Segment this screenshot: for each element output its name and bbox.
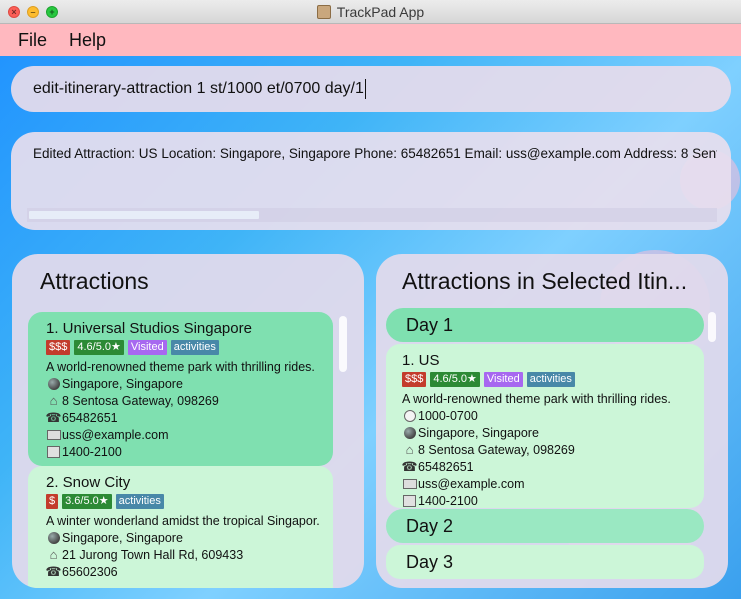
attraction-phone-row: ☎ 65482651 bbox=[46, 409, 319, 426]
attractions-panel: Attractions 1. Universal Studios Singapo… bbox=[12, 254, 364, 588]
rating-tag: 4.6/5.0★ bbox=[430, 372, 480, 387]
itinerary-attraction-card[interactable]: 1. US $$$ 4.6/5.0★ Visited activities A … bbox=[386, 344, 704, 508]
opening-hours-icon bbox=[46, 445, 61, 459]
attraction-phone: 65602306 bbox=[62, 564, 118, 579]
attractions-list-scrollbar[interactable] bbox=[339, 316, 347, 372]
attraction-card[interactable]: 2. Snow City $ 3.6/5.0★ activities A win… bbox=[28, 466, 333, 588]
itinerary-panel-title: Attractions in Selected Itin... bbox=[402, 268, 688, 294]
menu-bar: File Help bbox=[0, 24, 741, 56]
attraction-time: 1000-0700 bbox=[418, 408, 478, 423]
attraction-email-row: uss@example.com bbox=[402, 475, 690, 492]
attraction-phone: 65482651 bbox=[418, 459, 474, 474]
attraction-address: 21 Jurong Town Hall Rd, 609433 bbox=[62, 547, 244, 562]
globe-icon bbox=[46, 377, 61, 391]
attraction-description: A world-renowned theme park with thrilli… bbox=[46, 359, 315, 374]
app-icon bbox=[316, 4, 331, 19]
attractions-panel-title: Attractions bbox=[40, 268, 149, 294]
rating-tag: 3.6/5.0★ bbox=[62, 494, 112, 509]
activity-tag: activities bbox=[115, 494, 164, 509]
menu-help[interactable]: Help bbox=[69, 30, 106, 51]
attraction-tags: $$$ 4.6/5.0★ Visited activities bbox=[402, 372, 690, 387]
command-input[interactable]: edit-itinerary-attraction 1 st/1000 et/0… bbox=[33, 80, 364, 98]
zoom-window-button[interactable]: + bbox=[46, 6, 58, 18]
window-controls: × – + bbox=[8, 6, 58, 18]
attraction-hours-row: 1400-2100 bbox=[402, 492, 690, 508]
phone-icon: ☎ bbox=[402, 458, 418, 474]
attraction-address-row: ⌂ 8 Sentosa Gateway, 098269 bbox=[46, 392, 319, 409]
menu-file[interactable]: File bbox=[18, 30, 47, 51]
attraction-description: A winter wonderland amidst the tropical … bbox=[46, 513, 319, 528]
rating-tag: 4.6/5.0★ bbox=[74, 340, 124, 355]
attraction-name: 1. Universal Studios Singapore bbox=[46, 320, 252, 337]
activity-tag: activities bbox=[526, 372, 575, 387]
attraction-phone-row: ☎ 65482651 bbox=[402, 458, 690, 475]
attraction-phone: 65482651 bbox=[62, 410, 118, 425]
price-tag: $$$ bbox=[402, 372, 427, 387]
attraction-tags: $ 3.6/5.0★ activities bbox=[46, 494, 319, 509]
clock-icon bbox=[402, 409, 417, 423]
price-tag: $ bbox=[46, 494, 59, 509]
phone-icon: ☎ bbox=[46, 409, 62, 425]
close-window-button[interactable]: × bbox=[8, 6, 20, 18]
attraction-name: 2. Snow City bbox=[46, 474, 131, 491]
day-label: Day 1 bbox=[406, 314, 454, 335]
house-icon: ⌂ bbox=[49, 393, 58, 408]
minimize-icon: – bbox=[30, 6, 36, 17]
attraction-address: 8 Sentosa Gateway, 098269 bbox=[62, 393, 219, 408]
day-header-3[interactable]: Day 3 bbox=[386, 545, 704, 579]
attraction-card[interactable]: 1. Universal Studios Singapore $$$ 4.6/5… bbox=[28, 312, 333, 466]
attraction-location-row: Singapore, Singapore bbox=[46, 375, 319, 392]
mail-icon bbox=[46, 428, 61, 442]
house-icon: ⌂ bbox=[49, 547, 58, 562]
window-title: TrackPad App bbox=[336, 3, 425, 20]
attraction-description: A world-renowned theme park with thrilli… bbox=[402, 391, 671, 406]
attraction-location-row: Singapore, Singapore bbox=[402, 424, 690, 441]
result-scrollbar-thumb[interactable] bbox=[29, 211, 259, 219]
window-title-wrap: TrackPad App bbox=[316, 3, 425, 20]
attraction-location: Singapore, Singapore bbox=[418, 425, 539, 440]
house-icon: ⌂ bbox=[405, 442, 414, 457]
text-caret bbox=[364, 79, 366, 99]
result-display: Edited Attraction: US Location: Singapor… bbox=[11, 132, 731, 230]
visited-tag: Visited bbox=[483, 372, 523, 387]
globe-icon bbox=[46, 531, 61, 545]
day-header-2[interactable]: Day 2 bbox=[386, 509, 704, 543]
day-label: Day 2 bbox=[406, 515, 454, 536]
phone-icon: ☎ bbox=[46, 563, 62, 579]
price-tag: $$$ bbox=[46, 340, 71, 355]
itinerary-list-scrollbar[interactable] bbox=[708, 312, 716, 342]
activity-tag: activities bbox=[170, 340, 219, 355]
attraction-email-row: uss@example.com bbox=[46, 426, 319, 443]
minimize-window-button[interactable]: – bbox=[27, 6, 39, 18]
globe-icon bbox=[402, 426, 417, 440]
opening-hours-icon bbox=[402, 494, 417, 508]
attraction-location: Singapore, Singapore bbox=[62, 376, 183, 391]
attraction-address: 8 Sentosa Gateway, 098269 bbox=[418, 442, 575, 457]
attraction-address-row: ⌂ 8 Sentosa Gateway, 098269 bbox=[402, 441, 690, 458]
attraction-email: uss@example.com bbox=[62, 427, 169, 442]
itinerary-attractions-panel: Attractions in Selected Itin... Day 1 1.… bbox=[376, 254, 728, 588]
attraction-phone-row: ☎ 65602306 bbox=[46, 563, 319, 580]
attraction-hours: 1400-2100 bbox=[62, 444, 122, 459]
attraction-hours: 1400-2100 bbox=[418, 493, 478, 508]
attraction-email: uss@example.com bbox=[418, 476, 525, 491]
visited-tag: Visited bbox=[127, 340, 167, 355]
day-header-1[interactable]: Day 1 bbox=[386, 308, 704, 342]
mail-icon bbox=[402, 477, 417, 491]
attraction-location: Singapore, Singapore bbox=[62, 530, 183, 545]
attraction-tags: $$$ 4.6/5.0★ Visited activities bbox=[46, 340, 319, 355]
zoom-icon: + bbox=[49, 6, 55, 17]
attraction-location-row: Singapore, Singapore bbox=[46, 529, 319, 546]
day-label: Day 3 bbox=[406, 551, 454, 572]
close-icon: × bbox=[11, 6, 17, 17]
window-titlebar: × – + TrackPad App bbox=[0, 0, 741, 24]
command-box[interactable]: edit-itinerary-attraction 1 st/1000 et/0… bbox=[11, 66, 731, 112]
result-horizontal-scrollbar[interactable] bbox=[27, 208, 717, 222]
attraction-time-row: 1000-0700 bbox=[402, 407, 690, 424]
result-text: Edited Attraction: US Location: Singapor… bbox=[33, 146, 717, 161]
attraction-address-row: ⌂ 21 Jurong Town Hall Rd, 609433 bbox=[46, 546, 319, 563]
attraction-name: 1. US bbox=[402, 352, 440, 369]
attraction-hours-row: 1400-2100 bbox=[46, 443, 319, 460]
